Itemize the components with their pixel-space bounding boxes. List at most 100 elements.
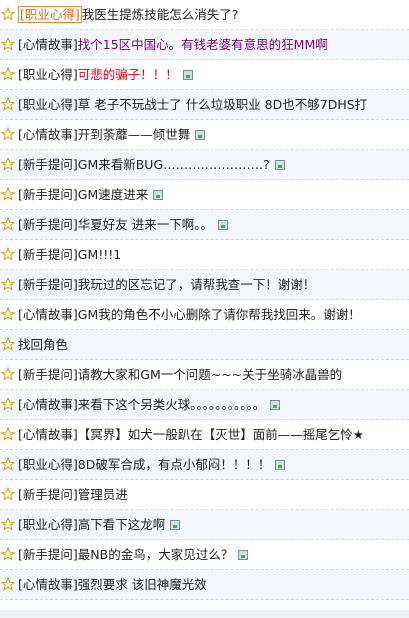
thread-title-link[interactable]: 高下看下这龙啊 <box>78 517 166 532</box>
thread-category[interactable]: [心情故事] <box>18 37 78 52</box>
thread-title-link[interactable]: 开到荼蘼——倾世舞 <box>78 127 191 142</box>
thread-text: [新手提问]最NB的金鸟，大家见过么？ <box>18 547 249 563</box>
thread-title-link[interactable]: 最NB的金鸟，大家见过么？ <box>78 547 233 562</box>
thread-category[interactable]: [心情故事] <box>18 127 78 142</box>
thread-title-link[interactable]: GM来看新BUG……………………? <box>78 157 270 172</box>
thread-title-link[interactable]: 找个15区中国心。有钱老婆有意思的狂MM啊 <box>78 37 328 52</box>
thread-text: [心情故事]开到荼蘼——倾世舞 <box>18 127 206 143</box>
thread-category[interactable]: [职业心得] <box>18 6 82 23</box>
thread-text: [新手提问]GM来看新BUG……………………? <box>18 157 285 173</box>
image-attachment-icon <box>170 520 181 530</box>
thread-category[interactable]: [新手提问] <box>18 217 78 232</box>
thread-title-link[interactable]: 可悲的骗子！！！ <box>78 67 178 82</box>
star-outline-icon <box>1 157 15 171</box>
star-outline-icon <box>1 337 15 351</box>
thread-text: [新手提问]请教大家和GM一个问题~~~关于坐骑冰晶兽的 <box>18 367 342 383</box>
image-attachment-icon <box>218 220 228 230</box>
thread-row[interactable]: [心情故事]开到荼蘼——倾世舞 <box>0 120 409 150</box>
thread-category[interactable]: [职业心得] <box>18 517 78 532</box>
thread-title-link[interactable]: 强烈要求 该旧神魔光效 <box>78 577 207 592</box>
thread-row[interactable]: 找回角色 <box>0 330 409 360</box>
thread-title-link[interactable]: GM速度进来 <box>78 187 148 202</box>
thread-text: [新手提问]管理员进 <box>18 487 128 503</box>
thread-text: [新手提问]我玩过的区忘记了，请帮我查一下！谢谢！ <box>18 277 315 293</box>
thread-text: [心情故事]找个15区中国心。有钱老婆有意思的狂MM啊 <box>18 37 328 53</box>
star-outline-icon <box>1 397 15 411</box>
thread-row[interactable]: [心情故事]GM我的角色不小心删除了请你帮我找回来。谢谢！ <box>0 300 409 330</box>
thread-category[interactable]: [心情故事] <box>18 427 78 442</box>
thread-text: [新手提问]GM!!!1 <box>18 247 121 263</box>
thread-text: [新手提问]GM速度进来 <box>18 187 164 203</box>
thread-row[interactable]: [职业心得]高下看下这龙啊 <box>0 510 409 540</box>
thread-category[interactable]: [新手提问] <box>18 547 78 562</box>
thread-row[interactable]: [心情故事]找个15区中国心。有钱老婆有意思的狂MM啊 <box>0 30 409 60</box>
thread-category[interactable]: [新手提问] <box>18 157 78 172</box>
thread-title-link[interactable]: 草 老子不玩战士了 什么垃圾职业 8D也不够7DHS打 <box>78 97 367 112</box>
thread-category[interactable]: [职业心得] <box>18 457 78 472</box>
thread-category[interactable]: [心情故事] <box>18 307 78 322</box>
thread-text: 找回角色 <box>18 337 68 353</box>
star-outline-icon <box>1 97 15 111</box>
thread-title-link[interactable]: GM我的角色不小心删除了请你帮我找回来。谢谢！ <box>78 307 361 322</box>
thread-category[interactable]: [新手提问] <box>18 367 78 382</box>
thread-category[interactable]: [心情故事] <box>18 577 78 592</box>
thread-category[interactable]: [心情故事] <box>18 397 78 412</box>
star-outline-icon <box>1 577 15 591</box>
thread-text: [职业心得] 我医生提炼技能怎么消失了? <box>18 6 239 23</box>
bottom-scroll-area <box>0 610 409 618</box>
thread-row[interactable]: [新手提问]GM来看新BUG……………………? <box>0 150 409 180</box>
star-outline-icon <box>1 277 15 291</box>
thread-category[interactable]: [新手提问] <box>18 487 78 502</box>
thread-title-link[interactable]: 8D破军合成，有点小郁闷！！！！ <box>78 457 271 472</box>
thread-title-link[interactable]: 来看下这个另类火球。。。。。。。。。。。 <box>78 397 266 412</box>
star-outline-icon <box>1 307 15 321</box>
thread-row[interactable]: [职业心得]草 老子不玩战士了 什么垃圾职业 8D也不够7DHS打 <box>0 90 409 120</box>
thread-text: [职业心得]可悲的骗子！！！ <box>18 67 193 83</box>
thread-row[interactable]: [职业心得]8D破军合成，有点小郁闷！！！！ <box>0 450 409 480</box>
thread-title-link[interactable]: 管理员进 <box>78 487 128 502</box>
thread-category[interactable]: [职业心得] <box>18 67 78 82</box>
thread-row[interactable]: [新手提问]请教大家和GM一个问题~~~关于坐骑冰晶兽的 <box>0 360 409 390</box>
thread-title-link[interactable]: 我玩过的区忘记了，请帮我查一下！谢谢！ <box>78 277 316 292</box>
thread-row[interactable]: [新手提问]GM速度进来 <box>0 180 409 210</box>
thread-row[interactable]: [职业心得] 我医生提炼技能怎么消失了? <box>0 0 409 30</box>
thread-category[interactable]: [新手提问] <box>18 187 78 202</box>
thread-text: [心情故事]来看下这个另类火球。。。。。。。。。。。 <box>18 397 281 413</box>
image-attachment-icon <box>182 70 193 80</box>
thread-row[interactable]: [心情故事]【冥界】如犬一般趴在【灭世】面前——摇尾乞怜★ <box>0 420 409 450</box>
thread-text: [心情故事]强烈要求 该旧神魔光效 <box>18 577 207 593</box>
thread-row[interactable]: [心情故事]强烈要求 该旧神魔光效 <box>0 570 409 600</box>
thread-row[interactable]: [新手提问]我玩过的区忘记了，请帮我查一下！谢谢！ <box>0 270 409 300</box>
thread-row[interactable]: [新手提问]GM!!!1 <box>0 240 409 270</box>
thread-text: [职业心得]8D破军合成，有点小郁闷！！！！ <box>18 457 286 473</box>
image-attachment-icon <box>274 160 285 170</box>
thread-row[interactable]: [职业心得]可悲的骗子！！！ <box>0 60 409 90</box>
star-outline-icon <box>1 487 15 501</box>
thread-title-link[interactable]: 我医生提炼技能怎么消失了? <box>82 7 239 22</box>
thread-row[interactable]: [新手提问]最NB的金鸟，大家见过么？ <box>0 540 409 570</box>
thread-row[interactable]: [新手提问]华夏好友 进来一下啊。。 <box>0 210 409 240</box>
thread-title-link[interactable]: GM!!!1 <box>78 247 121 262</box>
thread-category[interactable]: [新手提问] <box>18 247 78 262</box>
star-outline-icon <box>1 547 15 561</box>
image-attachment-icon <box>153 190 164 200</box>
star-outline-icon <box>1 187 15 201</box>
thread-title-link[interactable]: 找回角色 <box>18 337 68 352</box>
thread-list: [职业心得] 我医生提炼技能怎么消失了? [心情故事]找个15区中国心。有钱老婆有意… <box>0 0 409 600</box>
star-outline-icon <box>1 457 15 471</box>
star-outline-icon <box>1 127 15 141</box>
star-outline-icon <box>1 37 15 51</box>
star-outline-icon <box>1 367 15 381</box>
image-attachment-icon <box>275 460 286 470</box>
image-attachment-icon <box>195 130 206 140</box>
thread-row[interactable]: [心情故事]来看下这个另类火球。。。。。。。。。。。 <box>0 390 409 420</box>
thread-text: [心情故事]【冥界】如犬一般趴在【灭世】面前——摇尾乞怜★ <box>18 427 364 443</box>
thread-category[interactable]: [职业心得] <box>18 97 78 112</box>
thread-text: [职业心得]草 老子不玩战士了 什么垃圾职业 8D也不够7DHS打 <box>18 97 367 113</box>
thread-title-link[interactable]: 请教大家和GM一个问题~~~关于坐骑冰晶兽的 <box>78 367 342 382</box>
thread-title-link[interactable]: 【冥界】如犬一般趴在【灭世】面前——摇尾乞怜★ <box>78 427 364 442</box>
thread-row[interactable]: [新手提问]管理员进 <box>0 480 409 510</box>
image-attachment-icon <box>270 400 281 410</box>
thread-category[interactable]: [新手提问] <box>18 277 78 292</box>
thread-title-link[interactable]: 华夏好友 进来一下啊。。 <box>78 217 213 232</box>
